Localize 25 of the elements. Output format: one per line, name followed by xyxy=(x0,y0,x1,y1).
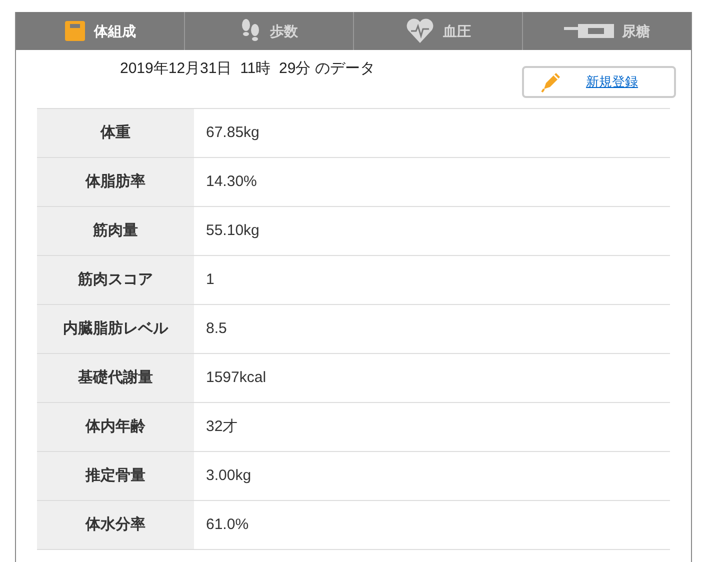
row-label: 体脂肪率 xyxy=(37,158,194,206)
row-value: 67.85kg xyxy=(205,122,260,143)
row-label: 体内年齢 xyxy=(37,403,194,451)
pencil-icon xyxy=(540,71,562,93)
row-value: 1 xyxy=(205,270,216,290)
row-value: 8.5 xyxy=(205,318,228,339)
row-value: 3.00kg xyxy=(205,466,252,486)
row-value: 61.0% xyxy=(205,514,250,535)
row-label: 推定骨量 xyxy=(37,452,194,500)
row-value: 32才 xyxy=(205,416,239,437)
row-label: 体水分率 xyxy=(37,501,194,549)
row-label: 内臓脂肪レベル xyxy=(37,305,194,353)
row-label: 筋肉量 xyxy=(37,207,194,255)
row-value: 55.10kg xyxy=(205,220,260,241)
date-heading: 2019年12月31日 11時 29分 のデータ xyxy=(120,59,375,79)
footprints-icon xyxy=(240,19,262,43)
row-label: 筋肉スコア xyxy=(37,256,194,304)
row-value: 14.30% xyxy=(205,172,258,192)
scale-icon xyxy=(64,20,86,42)
row-label: 基礎代謝量 xyxy=(37,354,194,402)
heart-pulse-icon xyxy=(405,18,435,44)
row-label: 体重 xyxy=(37,109,194,157)
row-value: 1597kcal xyxy=(205,368,268,388)
new-entry-button[interactable]: 新規登録 xyxy=(522,66,676,98)
test-strip-icon xyxy=(564,24,614,38)
